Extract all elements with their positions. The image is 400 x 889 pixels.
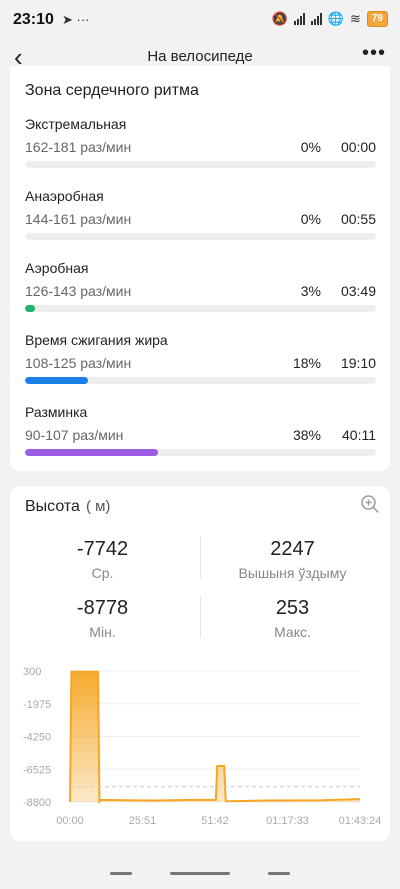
- zone-time: 00:55: [340, 211, 376, 227]
- zone-percent: 3%: [300, 283, 321, 299]
- zone-range: 162-181 раз/мин: [25, 139, 132, 155]
- zone-range: 108-125 раз/мин: [25, 355, 132, 371]
- zone-progress-fill: [25, 377, 89, 384]
- zone-name: Аэробная: [25, 260, 89, 276]
- zone-name: Экстремальная: [25, 116, 127, 132]
- status-bar: 23:10 ➤ ··· 🔕 🌐 ≋ 79: [0, 0, 400, 40]
- nav-home-button[interactable]: [170, 872, 230, 875]
- x-tick-label: 25:51: [129, 815, 157, 827]
- zone-range: 144-161 раз/мин: [25, 211, 132, 227]
- nav-recent-button[interactable]: [110, 872, 132, 875]
- zone-range: 90-107 раз/мин: [25, 427, 124, 443]
- heart-rate-zone-card: Зона сердечного ритма Экстремальная 162-…: [10, 66, 390, 471]
- y-tick-label: 300: [23, 666, 41, 678]
- x-tick-label: 01:43:24: [339, 815, 382, 827]
- signal-icon: [293, 13, 305, 25]
- y-tick-label: -1975: [23, 699, 51, 711]
- telegram-icon: ➤ ···: [62, 12, 90, 27]
- zone-time: 03:49: [340, 283, 376, 299]
- globe-icon: 🌐: [327, 11, 344, 26]
- zone-progress-track: [25, 161, 376, 168]
- status-time: 23:10: [13, 11, 54, 28]
- zone-percent: 18%: [292, 355, 321, 371]
- zone-progress-track: [25, 377, 376, 384]
- zone-range: 126-143 раз/мин: [25, 283, 132, 299]
- y-tick-label: -8800: [23, 797, 51, 809]
- heart-rate-zone-title: Зона сердечного ритма: [25, 82, 199, 99]
- zone-aerobic: Аэробная 126-143 раз/мин 3% 03:49: [25, 260, 376, 324]
- zone-percent: 0%: [300, 211, 321, 227]
- wifi-icon: ≋: [349, 11, 361, 26]
- zone-anaerobic: Анаэробная 144-161 раз/мин 0% 00:55: [25, 188, 376, 252]
- x-tick-label: 51:42: [201, 815, 229, 827]
- zone-name: Анаэробная: [25, 188, 104, 204]
- zone-percent: 38%: [292, 427, 321, 443]
- zone-time: 19:10: [340, 355, 376, 371]
- page-title: На велосипеде: [147, 48, 253, 65]
- x-tick-label: 01:17:33: [266, 815, 309, 827]
- zone-progress-track: [25, 449, 376, 456]
- more-menu-button[interactable]: •••: [362, 42, 386, 65]
- zone-time: 00:00: [340, 139, 376, 155]
- zone-warmup: Разминка 90-107 раз/мин 38% 40:11: [25, 404, 376, 468]
- zone-progress-track: [25, 305, 376, 312]
- zone-extreme: Экстремальная 162-181 раз/мин 0% 00:00: [25, 116, 376, 180]
- y-tick-label: -4250: [23, 732, 51, 744]
- zone-fat-burn: Время сжигания жира 108-125 раз/мин 18% …: [25, 332, 376, 396]
- mute-icon: 🔕: [271, 11, 288, 26]
- altitude-chart: 300 -1975 -4250 -6525 -8800 00:00 25:51 51:42 01…: [23, 666, 382, 827]
- x-tick-label: 00:00: [56, 815, 84, 827]
- battery-icon: 79: [366, 11, 388, 27]
- y-tick-label: -6525: [23, 764, 51, 776]
- zone-progress-fill: [25, 305, 35, 312]
- zone-time: 40:11: [342, 427, 376, 443]
- nav-back-gesture[interactable]: [268, 872, 290, 875]
- status-icons: 🔕 🌐 ≋ 79: [272, 11, 388, 27]
- zone-name: Время сжигания жира: [25, 332, 168, 348]
- signal-icon-2: [310, 13, 322, 25]
- zone-name: Разминка: [25, 404, 88, 420]
- altitude-card: Высота( м) -7742 Ср. 2247 Вышыня ўздыму …: [10, 486, 390, 841]
- zone-percent: 0%: [300, 139, 321, 155]
- zone-progress-fill: [25, 449, 159, 456]
- zone-progress-track: [25, 233, 376, 240]
